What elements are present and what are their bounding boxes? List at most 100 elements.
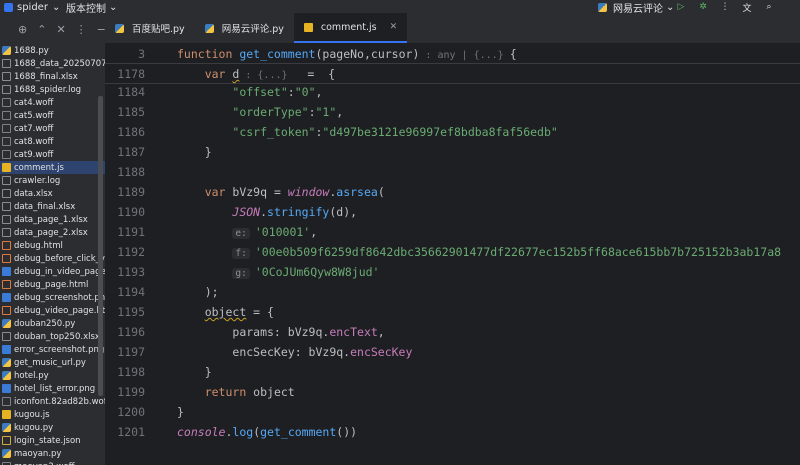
file-tree-item[interactable]: debug_in_video_page.p bbox=[0, 265, 105, 278]
collapse-icon[interactable]: ✕ bbox=[56, 23, 65, 36]
code-text: g: '0CoJUm6Qyw8W8jud' bbox=[177, 262, 379, 284]
sticky-code-line[interactable]: 1178 var d : {...} = { bbox=[105, 64, 800, 84]
file-name: cat4.woff bbox=[14, 97, 54, 108]
file-tree-item[interactable]: data_final.xlsx bbox=[0, 200, 105, 213]
file-tree-item[interactable]: hotel_list_error.png bbox=[0, 382, 105, 395]
code-line[interactable]: 1196 params: bVz9q.encText, bbox=[105, 322, 800, 342]
file-tree-item[interactable]: debug_page.html bbox=[0, 278, 105, 291]
file-name: data_page_1.xlsx bbox=[14, 214, 88, 225]
code-text: "csrf_token":"d497be3121e96997ef8bdba8fa… bbox=[232, 125, 558, 139]
code-line[interactable]: 1192 f: '00e0b509f6259df8642dbc3566290147… bbox=[105, 242, 800, 262]
line-number: 1185 bbox=[117, 105, 145, 119]
file-tree-item[interactable]: 1688.py bbox=[0, 44, 105, 57]
file-tree-item[interactable]: debug.html bbox=[0, 239, 105, 252]
file-tree-item[interactable]: 1688_final.xlsx bbox=[0, 70, 105, 83]
file-tree-item[interactable]: crawler.log bbox=[0, 174, 105, 187]
code-editor[interactable]: 3 function get_comment(pageNo,cursor) : a… bbox=[105, 44, 800, 465]
editor-tab[interactable]: comment.js ✕ bbox=[293, 13, 408, 43]
file-name: error_screenshot.png bbox=[14, 344, 105, 355]
editor-tab[interactable]: 百度贴吧.py bbox=[105, 13, 195, 43]
file-name: 1688_data_20250707_17 bbox=[14, 58, 105, 69]
run-config-selector[interactable]: 网易云评论 ⌄ bbox=[598, 0, 675, 15]
code-line[interactable]: 1195 object = { bbox=[105, 302, 800, 322]
file-tree-item[interactable]: debug_video_page.html bbox=[0, 304, 105, 317]
image-file-icon bbox=[2, 267, 11, 276]
file-tree-item[interactable]: hotel.py bbox=[0, 369, 105, 382]
file-tree-item[interactable]: data.xlsx bbox=[0, 187, 105, 200]
options-icon[interactable]: ⋮ bbox=[76, 23, 87, 36]
locate-icon[interactable]: ⊕ bbox=[18, 23, 27, 36]
file-name: maoyan.py bbox=[14, 448, 62, 459]
code-line[interactable]: 1191 e: '010001', bbox=[105, 222, 800, 242]
code-line[interactable]: 1184 "offset":"0", bbox=[105, 82, 800, 102]
html-file-icon bbox=[2, 280, 11, 289]
code-line[interactable]: 1197 encSecKey: bVz9q.encSecKey bbox=[105, 342, 800, 362]
file-tree-item[interactable]: kugou.js bbox=[0, 408, 105, 421]
file-tree-item[interactable]: login_state.json bbox=[0, 434, 105, 447]
file-tree-item[interactable]: data_page_1.xlsx bbox=[0, 213, 105, 226]
line-number: 1188 bbox=[117, 165, 145, 179]
file-tree-item[interactable]: cat7.woff bbox=[0, 122, 105, 135]
file-tree-item[interactable]: 1688_data_20250707_17 bbox=[0, 57, 105, 70]
code-line[interactable]: 1201 console.log(get_comment()) bbox=[105, 422, 800, 442]
line-number: 1195 bbox=[117, 305, 145, 319]
file-tree-item[interactable]: cat4.woff bbox=[0, 96, 105, 109]
more-icon[interactable]: ⋮ bbox=[720, 2, 730, 12]
chevron-down-icon: ⌄ bbox=[666, 1, 675, 13]
translate-icon[interactable]: 文 bbox=[742, 2, 752, 14]
file-tree-item[interactable]: get_music_url.py bbox=[0, 356, 105, 369]
file-tree-item[interactable]: cat9.woff bbox=[0, 148, 105, 161]
code-line[interactable]: 1187 } bbox=[105, 142, 800, 162]
vcs-menu[interactable]: 版本控制 ⌄ bbox=[66, 0, 117, 15]
line-number: 1189 bbox=[117, 185, 145, 199]
file-name: data_final.xlsx bbox=[14, 201, 76, 212]
sticky-code-line[interactable]: 3 function get_comment(pageNo,cursor) : a… bbox=[105, 44, 800, 64]
line-number: 1201 bbox=[117, 425, 145, 439]
file-tree-item[interactable]: error_screenshot.png bbox=[0, 343, 105, 356]
file-tree-item[interactable]: data_page_2.xlsx bbox=[0, 226, 105, 239]
file-tree-item[interactable]: iconfont.82ad82b.woff2 bbox=[0, 395, 105, 408]
file-tree-item[interactable]: comment.js bbox=[0, 161, 105, 174]
editor-tabs: 百度贴吧.py 网易云评论.py comment.js ✕ bbox=[105, 13, 800, 44]
file-tree-item[interactable]: 1688_spider.log bbox=[0, 83, 105, 96]
code-line[interactable]: 1190 JSON.stringify(d), bbox=[105, 202, 800, 222]
code-line[interactable]: 1185 "orderType":"1", bbox=[105, 102, 800, 122]
code-line[interactable]: 1194 ); bbox=[105, 282, 800, 302]
file-tree-item[interactable]: douban_top250.xlsx bbox=[0, 330, 105, 343]
file-tree-item[interactable]: maoyan2.woff bbox=[0, 460, 105, 465]
file-tree-item[interactable]: debug_before_click_vide bbox=[0, 252, 105, 265]
file-tree-item[interactable]: maoyan.py bbox=[0, 447, 105, 460]
code-line[interactable]: 1189 var bVz9q = window.asrsea( bbox=[105, 182, 800, 202]
file-name: cat5.woff bbox=[14, 110, 54, 121]
file-tree-item[interactable]: cat8.woff bbox=[0, 135, 105, 148]
file-tree-item[interactable]: douban250.py bbox=[0, 317, 105, 330]
tab-label: comment.js bbox=[320, 21, 377, 33]
html-file-icon bbox=[2, 254, 11, 263]
run-icon[interactable]: ▷ bbox=[676, 2, 686, 12]
python-file-icon bbox=[204, 23, 214, 33]
code-text: console.log(get_comment()) bbox=[177, 425, 358, 439]
file-tree-item[interactable]: debug_screenshot.png bbox=[0, 291, 105, 304]
search-icon[interactable]: ⌕ bbox=[764, 2, 774, 12]
expand-icon[interactable]: ⌃ bbox=[37, 23, 46, 36]
file-tree-item[interactable]: kugou.py bbox=[0, 421, 105, 434]
debug-icon[interactable]: ✲ bbox=[698, 2, 708, 12]
line-number: 1186 bbox=[117, 125, 145, 139]
run-config-label: 网易云评论 bbox=[613, 3, 663, 15]
close-icon[interactable]: ✕ bbox=[390, 22, 398, 32]
code-line[interactable]: 1200} bbox=[105, 402, 800, 422]
project-switcher[interactable]: spider ⌄ bbox=[4, 0, 60, 14]
file-tree-item[interactable]: cat5.woff bbox=[0, 109, 105, 122]
code-line[interactable]: 1199 return object bbox=[105, 382, 800, 402]
code-line[interactable]: 1198 } bbox=[105, 362, 800, 382]
chevron-down-icon: ⌄ bbox=[51, 1, 61, 13]
code-line[interactable]: 1188 bbox=[105, 162, 800, 182]
code-line[interactable]: 1193 g: '0CoJUm6Qyw8W8jud' bbox=[105, 262, 800, 282]
tree-scrollbar[interactable] bbox=[98, 96, 103, 396]
code-line[interactable]: 1186 "csrf_token":"d497be3121e96997ef8bd… bbox=[105, 122, 800, 142]
line-number: 1197 bbox=[117, 345, 145, 359]
project-icon bbox=[4, 2, 13, 12]
file-name: douban_top250.xlsx bbox=[14, 331, 100, 342]
file-name: cat8.woff bbox=[14, 136, 54, 147]
editor-tab[interactable]: 网易云评论.py bbox=[195, 13, 294, 43]
